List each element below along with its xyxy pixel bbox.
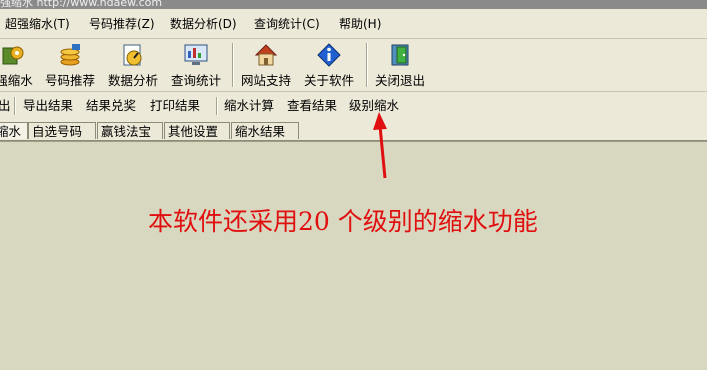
red-arrow-icon [373, 112, 387, 179]
annotation-text: 本软件还采用20 个级别的缩水功能 [148, 207, 538, 236]
